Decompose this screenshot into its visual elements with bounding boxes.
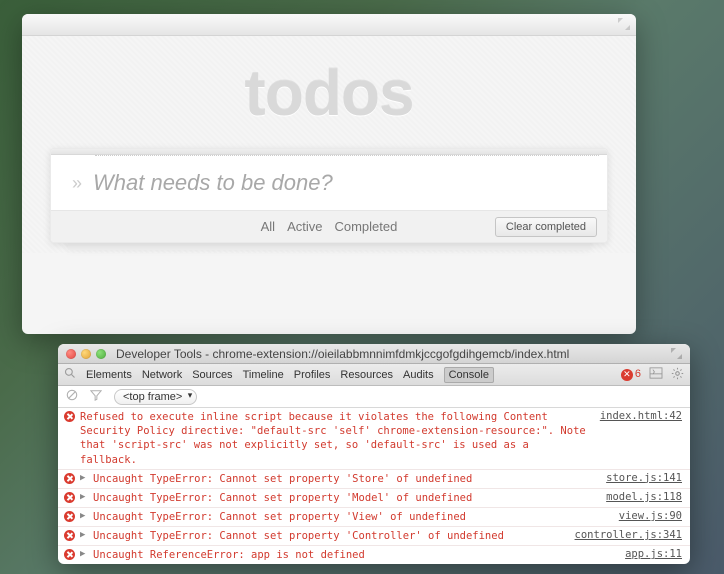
tab-audits[interactable]: Audits <box>403 369 434 381</box>
expand-icon[interactable]: ▶ <box>80 530 88 540</box>
svg-text:❯_: ❯_ <box>652 369 659 374</box>
console-output: Refused to execute inline script because… <box>58 408 690 562</box>
console-message-text: Uncaught TypeError: Cannot set property … <box>93 529 562 543</box>
tab-profiles[interactable]: Profiles <box>294 369 331 381</box>
clear-completed-button[interactable]: Clear completed <box>495 217 597 237</box>
tab-console[interactable]: Console <box>444 367 494 383</box>
clear-console-icon[interactable] <box>66 389 78 404</box>
console-message-source[interactable]: model.js:118 <box>606 491 682 503</box>
error-icon <box>64 473 75 484</box>
devtools-title: Developer Tools - chrome-extension://oie… <box>116 347 665 361</box>
expand-icon[interactable]: ▶ <box>80 492 88 502</box>
console-toolbar: <top frame> <box>58 386 690 408</box>
console-message-source[interactable]: view.js:90 <box>619 510 682 522</box>
console-message-text: Uncaught TypeError: Cannot set property … <box>93 472 593 486</box>
error-count-badge[interactable]: ✕6 <box>621 368 641 381</box>
minimize-icon[interactable] <box>81 349 91 359</box>
tab-network[interactable]: Network <box>142 369 182 381</box>
search-icon[interactable] <box>64 367 76 382</box>
filter-group: All Active Completed <box>261 219 398 234</box>
error-icon <box>64 549 75 560</box>
app-title: todos <box>50 56 608 130</box>
close-icon[interactable] <box>66 349 76 359</box>
traffic-lights <box>66 349 106 359</box>
filter-active[interactable]: Active <box>287 219 322 234</box>
console-message-text: Uncaught ReferenceError: app is not defi… <box>93 548 612 562</box>
error-icon <box>64 530 75 541</box>
console-message: ▶ Uncaught TypeError: Cannot set property… <box>58 508 690 527</box>
console-message-source[interactable]: app.js:11 <box>625 548 682 560</box>
devtools-titlebar[interactable]: Developer Tools - chrome-extension://oie… <box>58 344 690 364</box>
app-body: todos » All Active Completed Clear compl… <box>22 36 636 253</box>
console-message-source[interactable]: store.js:141 <box>606 472 682 484</box>
error-icon <box>64 411 75 422</box>
filter-completed[interactable]: Completed <box>334 219 397 234</box>
error-icon <box>64 511 75 522</box>
console-message: ▶ Uncaught TypeError: Cannot set property… <box>58 527 690 546</box>
todo-card: » All Active Completed Clear completed <box>50 148 608 243</box>
filter-icon[interactable] <box>90 389 102 404</box>
console-message: Refused to execute inline script because… <box>58 408 690 470</box>
console-message-text: Uncaught TypeError: Cannot set property … <box>93 491 593 505</box>
devtools-tabbar: Elements Network Sources Timeline Profil… <box>58 364 690 386</box>
frame-selector[interactable]: <top frame> <box>114 389 197 405</box>
fullscreen-icon[interactable] <box>618 18 630 30</box>
todo-input-row: » <box>51 156 607 210</box>
new-todo-input[interactable] <box>93 170 599 196</box>
expand-icon[interactable]: ▶ <box>80 511 88 521</box>
app-titlebar[interactable] <box>22 14 636 36</box>
expand-icon[interactable]: ▶ <box>80 549 88 559</box>
todo-footer: All Active Completed Clear completed <box>51 210 607 242</box>
console-message-source[interactable]: index.html:42 <box>600 410 682 422</box>
fullscreen-icon[interactable] <box>671 348 682 359</box>
drawer-toggle-icon[interactable]: ❯_ <box>649 367 663 382</box>
tab-elements[interactable]: Elements <box>86 369 132 381</box>
tab-timeline[interactable]: Timeline <box>243 369 284 381</box>
filter-all[interactable]: All <box>261 219 275 234</box>
frame-selector-label: <top frame> <box>123 391 182 403</box>
expand-icon[interactable]: ▶ <box>80 473 88 483</box>
tab-resources[interactable]: Resources <box>340 369 393 381</box>
console-message: ▶ Uncaught TypeError: Cannot set property… <box>58 470 690 489</box>
console-message-text: Uncaught TypeError: Cannot set property … <box>93 510 606 524</box>
gear-icon[interactable] <box>671 367 684 383</box>
tab-sources[interactable]: Sources <box>192 369 232 381</box>
console-message: ▶ Uncaught TypeError: Cannot set property… <box>58 489 690 508</box>
devtools-window: Developer Tools - chrome-extension://oie… <box>58 344 690 564</box>
app-window: todos » All Active Completed Clear compl… <box>22 14 636 334</box>
toggle-all-icon[interactable]: » <box>61 173 93 194</box>
zoom-icon[interactable] <box>96 349 106 359</box>
console-message-text: Refused to execute inline script because… <box>80 410 587 467</box>
error-icon <box>64 492 75 503</box>
console-message: ▶ Uncaught ReferenceError: app is not def… <box>58 546 690 562</box>
console-message-source[interactable]: controller.js:341 <box>575 529 682 541</box>
